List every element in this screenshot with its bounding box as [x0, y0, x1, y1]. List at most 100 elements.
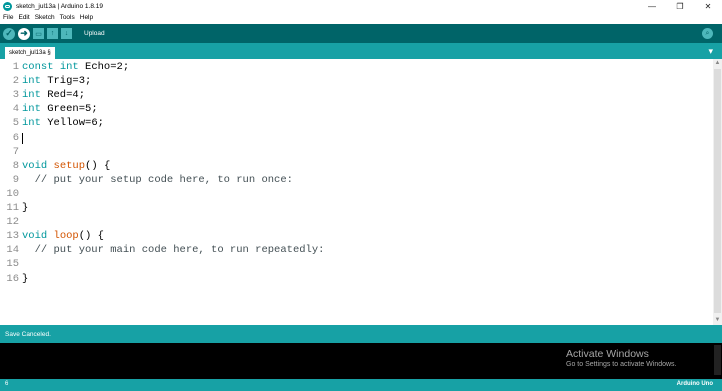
code-line[interactable]: 9 // put your setup code here, to run on…: [0, 173, 700, 187]
code-keyword: int: [22, 103, 41, 116]
code-text: }: [22, 272, 28, 286]
code-text: // put your main code here, to run repea…: [22, 243, 325, 257]
line-number: 15: [6, 258, 19, 271]
code-line[interactable]: 11}: [0, 201, 700, 215]
check-icon: ✓: [5, 28, 13, 38]
code-text: int Green=5;: [22, 102, 98, 116]
line-number: 6: [12, 131, 19, 144]
menu-file[interactable]: File: [3, 14, 13, 21]
code-keyword: int: [22, 89, 41, 102]
line-number: 11: [6, 202, 19, 214]
line-number: 12: [6, 216, 19, 229]
code-text: void setup() {: [22, 159, 110, 173]
code-line[interactable]: 4 int Green=5;: [0, 102, 700, 116]
tab-menu-icon[interactable]: ▾: [708, 46, 713, 57]
code-text: int Trig=3;: [22, 74, 91, 88]
code-line[interactable]: 13 void loop() {: [0, 229, 700, 243]
line-number: 10: [6, 187, 19, 200]
board-name: Arduino Uno: [676, 381, 713, 387]
tab-sketch[interactable]: sketch_jul13a §: [5, 47, 55, 59]
code-line[interactable]: 10: [0, 187, 700, 201]
line-number: 4: [12, 103, 19, 116]
line-number: 8: [12, 159, 19, 172]
arduino-logo-icon: [3, 1, 12, 11]
close-button[interactable]: ✕: [694, 0, 722, 12]
save-button[interactable]: ↓: [61, 28, 72, 39]
text-cursor: [22, 132, 23, 144]
code-token: () {: [78, 230, 104, 243]
title-bar: sketch_jul13a | Arduino 1.8.19 — ❐ ✕: [0, 0, 722, 12]
menu-sketch[interactable]: Sketch: [35, 14, 55, 21]
new-button[interactable]: ▭: [33, 28, 44, 39]
code-keyword: int: [22, 75, 41, 88]
magnifier-icon: ⌕: [705, 29, 710, 37]
code-line[interactable]: 3 int Red=4;: [0, 88, 700, 102]
activation-watermark: Activate Windows Go to Settings to activ…: [566, 348, 677, 368]
code-line[interactable]: 12: [0, 215, 700, 229]
toolbar-hover-label: Upload: [84, 30, 105, 37]
line-number: 14: [6, 244, 19, 257]
code-line[interactable]: 6: [0, 131, 700, 145]
code-function: setup: [53, 159, 86, 172]
code-editor[interactable]: 1 const int Echo=2; 2 int Trig=3; 3 int Red=4…: [0, 59, 722, 325]
code-text: // put your setup code here, to run once…: [22, 173, 293, 187]
code-comment: // put your setup code here, to run once…: [22, 173, 293, 186]
code-text: int Yellow=6;: [22, 116, 104, 130]
minimize-button[interactable]: —: [638, 0, 666, 12]
code-function: loop: [53, 230, 79, 243]
serial-monitor-button[interactable]: ⌕: [702, 28, 713, 39]
code-line[interactable]: 7: [0, 145, 700, 159]
code-token: }: [22, 272, 29, 285]
code-line[interactable]: 5 int Yellow=6;: [0, 116, 700, 130]
code-keyword: const: [22, 61, 60, 73]
menu-tools[interactable]: Tools: [60, 14, 75, 21]
line-number: 3: [12, 89, 19, 102]
arrow-right-icon: ➜: [20, 28, 28, 38]
open-button[interactable]: ↑: [47, 28, 58, 39]
menu-bar: File Edit Sketch Tools Help: [0, 12, 722, 23]
console-scrollbar[interactable]: [714, 345, 721, 375]
code-line[interactable]: 16}: [0, 272, 700, 286]
code-token: }: [22, 202, 29, 214]
code-text: }: [22, 201, 28, 215]
save-icon: ↓: [64, 30, 69, 37]
code-line[interactable]: 14 // put your main code here, to run re…: [0, 243, 700, 257]
code-keyword: void: [22, 230, 48, 243]
scroll-thumb[interactable]: [714, 69, 721, 313]
code-text: const int Echo=2;: [22, 60, 129, 74]
menu-help[interactable]: Help: [80, 14, 93, 21]
maximize-button[interactable]: ❐: [666, 0, 694, 12]
status-bar: Save Canceled.: [0, 325, 722, 343]
scroll-down-icon[interactable]: ▼: [714, 317, 721, 324]
line-number: 5: [12, 117, 19, 130]
code-token: Red=4;: [40, 89, 86, 102]
window-controls: — ❐ ✕: [638, 0, 722, 12]
console-output[interactable]: Activate Windows Go to Settings to activ…: [0, 343, 722, 379]
verify-button[interactable]: ✓: [3, 27, 15, 40]
code-line[interactable]: 1 const int Echo=2;: [0, 60, 700, 74]
scroll-up-icon[interactable]: ▲: [714, 60, 721, 67]
line-number: 13: [6, 230, 19, 243]
toolbar: ✓ ➜ ▭ ↑ ↓ Upload ⌕: [0, 24, 722, 43]
tab-bar: sketch_jul13a § ▾: [0, 43, 722, 59]
line-number: 2: [12, 75, 19, 88]
code-comment: // put your main code here, to run repea…: [22, 244, 325, 257]
line-indicator: 6: [5, 381, 9, 387]
code-text: void loop() {: [22, 229, 104, 243]
new-file-icon: ▭: [35, 30, 42, 38]
window-title: sketch_jul13a | Arduino 1.8.19: [16, 2, 103, 10]
menu-edit[interactable]: Edit: [18, 14, 29, 21]
code-line[interactable]: 15: [0, 257, 700, 271]
upload-button[interactable]: ➜: [18, 27, 30, 40]
code-token: Yellow=6;: [40, 117, 104, 130]
code-keyword: int: [59, 61, 79, 73]
open-icon: ↑: [50, 30, 55, 37]
line-number: 16: [6, 272, 19, 285]
code-token: Echo=2;: [78, 61, 130, 73]
code-keyword: void: [22, 159, 48, 172]
code-line[interactable]: 8 void setup() {: [0, 159, 700, 173]
line-number: 7: [12, 145, 19, 158]
editor-scrollbar[interactable]: ▲ ▼: [713, 59, 722, 325]
bottom-status-bar: 6 Arduino Uno: [0, 379, 722, 391]
code-line[interactable]: 2 int Trig=3;: [0, 74, 700, 88]
